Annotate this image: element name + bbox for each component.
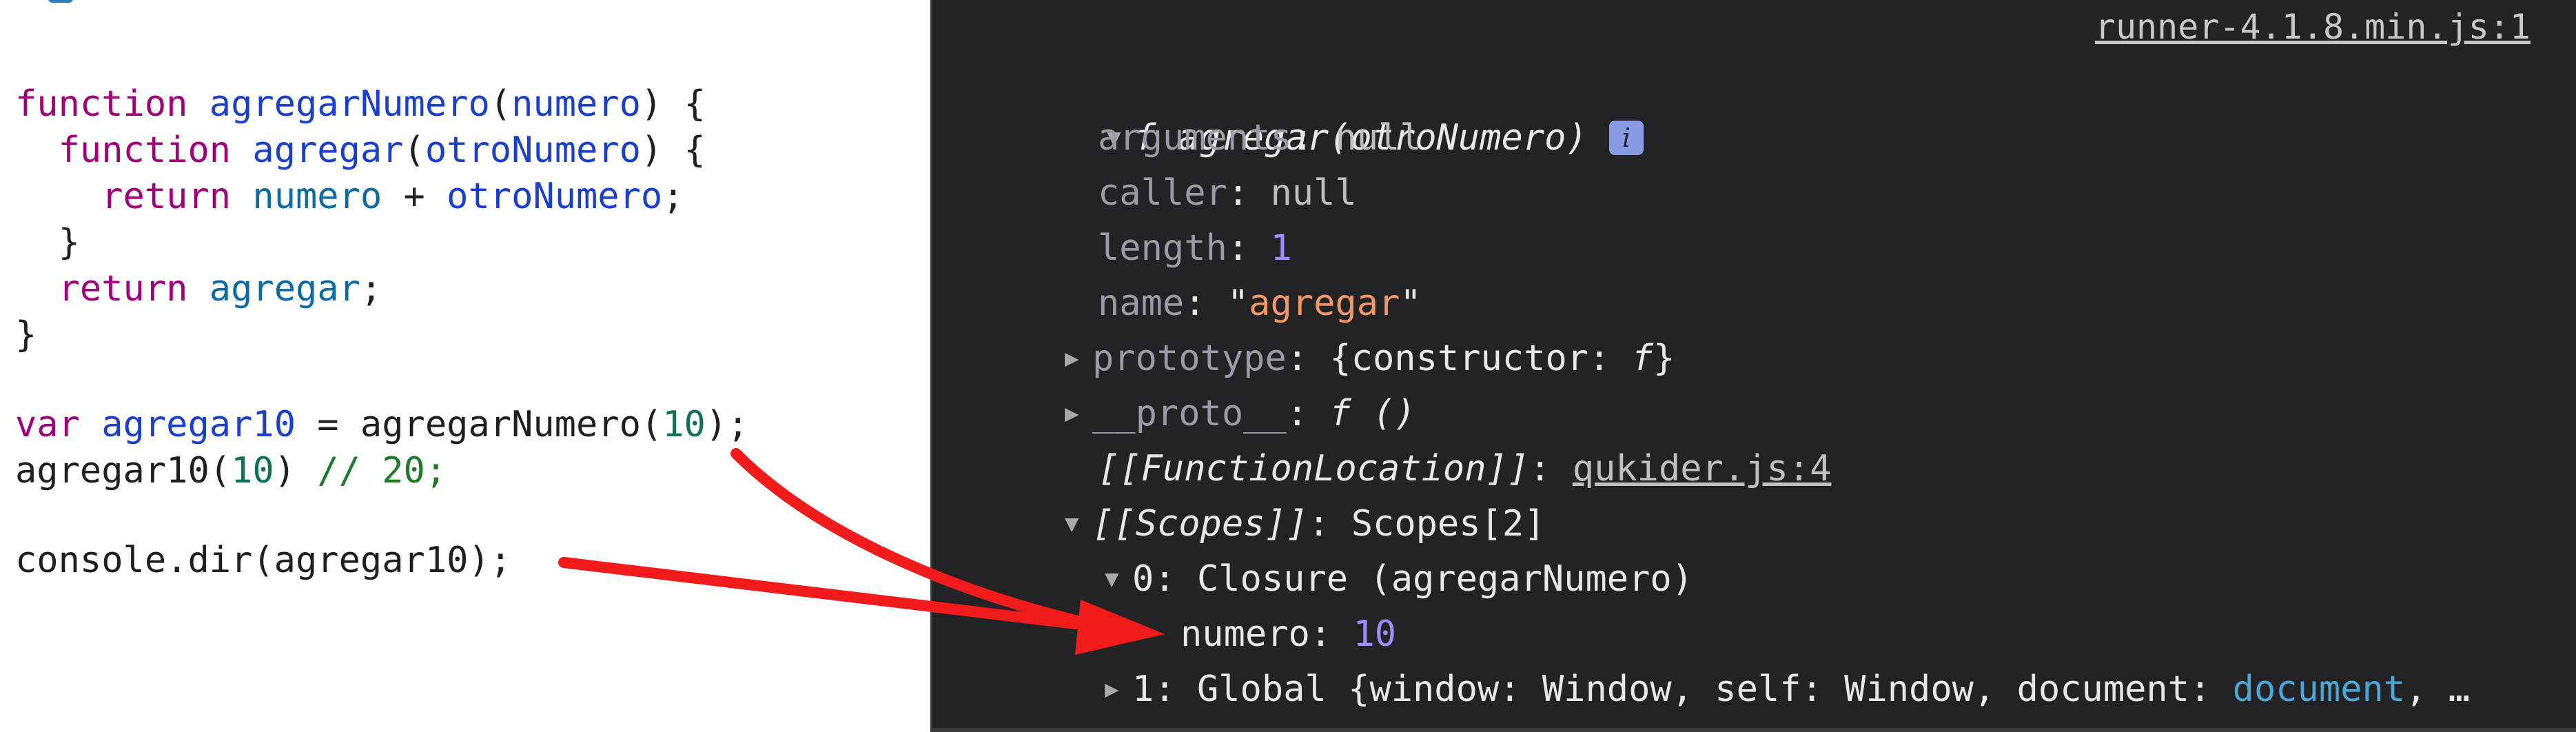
- prop-sep: :: [1227, 227, 1271, 269]
- prop-value: agregar: [1249, 283, 1400, 324]
- prop-key: prototype: [1092, 338, 1287, 379]
- prop-row-arguments: arguments: null: [1098, 110, 1422, 165]
- devtools-console[interactable]: runner-4.1.8.min.js:1 ▼ f agregar(otroNum…: [930, 0, 2576, 732]
- semicolon: ;: [662, 176, 684, 217]
- identifier: numero: [252, 176, 382, 217]
- keyword-return: return: [101, 176, 232, 217]
- console-dir-call: console.dir(agregar10);: [15, 540, 512, 581]
- number-literal: 10: [231, 450, 274, 491]
- collapsed-caret-icon[interactable]: ▶: [1065, 331, 1092, 386]
- code-line-console-dir: console.dir(agregar10);: [15, 533, 511, 588]
- brace: }: [58, 222, 80, 263]
- prop-value: {constructor:: [1329, 338, 1632, 379]
- keyword-function: function: [58, 130, 232, 171]
- number-literal: 10: [662, 404, 706, 445]
- param-name: numero: [511, 83, 641, 125]
- keyword-return: return: [58, 268, 188, 309]
- prop-sep: :: [1291, 117, 1336, 159]
- prop-sep: :: [1309, 613, 1353, 655]
- prop-sep: :: [1529, 448, 1573, 489]
- collapsed-caret-icon[interactable]: ▶: [1065, 386, 1092, 441]
- identifier: agregar: [209, 268, 360, 309]
- comment: // 20;: [296, 450, 447, 491]
- prop-row-scopes[interactable]: ▼ [[Scopes]]: Scopes[2]: [1065, 496, 1545, 551]
- prop-row-prototype[interactable]: ▶ prototype: {constructor: f}: [1065, 331, 1675, 386]
- code-line-return-agregar: return agregar;: [15, 261, 382, 316]
- prop-value: null: [1270, 172, 1357, 214]
- prop-key: name: [1098, 283, 1185, 324]
- code-line-call-agregar10: agregar10(10) // 20;: [15, 443, 447, 498]
- code-editor[interactable]: function agregarNumero(numero) { functio…: [0, 0, 930, 732]
- prop-value: }: [1653, 338, 1675, 379]
- quote: ": [1227, 283, 1249, 324]
- scope-index: 0: [1132, 558, 1154, 600]
- collapsed-caret-icon[interactable]: ▶: [1105, 662, 1132, 717]
- brace: }: [15, 314, 37, 356]
- prop-value: 1: [1270, 227, 1292, 269]
- prop-sep: :: [1154, 558, 1197, 600]
- identifier: agregar10: [101, 404, 296, 445]
- scope-row-closure[interactable]: ▼ 0: Closure (agregarNumero): [1105, 551, 1693, 607]
- paren-close: ) {: [640, 130, 706, 171]
- function-name: agregarNumero: [209, 83, 490, 125]
- prop-value: 10: [1353, 613, 1397, 655]
- prop-value: null: [1335, 117, 1422, 159]
- prop-key: arguments: [1098, 117, 1292, 159]
- prop-value: Scopes[2]: [1351, 503, 1546, 545]
- call-expression: = agregarNumero(: [296, 404, 663, 445]
- paren-close: );: [705, 404, 749, 445]
- param-name: otroNumero: [425, 130, 641, 171]
- quote: ": [1400, 283, 1422, 324]
- prop-value: f (): [1329, 393, 1416, 434]
- paren-open: (: [489, 83, 512, 125]
- semicolon: ;: [360, 268, 382, 309]
- prop-sep: :: [1308, 503, 1351, 545]
- scope-index: 1: [1132, 669, 1154, 710]
- prop-key: caller: [1098, 172, 1227, 214]
- prop-row-name: name: "agregar": [1098, 276, 1422, 331]
- keyword-function: function: [15, 83, 188, 125]
- expanded-caret-icon[interactable]: ▼: [1105, 551, 1132, 607]
- prop-key: [[Scopes]]: [1092, 503, 1309, 545]
- prop-key: numero: [1180, 613, 1310, 655]
- prop-sep: :: [1154, 669, 1197, 710]
- code-line-close-outer: }: [15, 307, 37, 363]
- partial-comment-fragment: [48, 0, 73, 3]
- prop-sep: :: [1286, 338, 1330, 379]
- object-header-row[interactable]: ▼ f agregar(otroNumero) i: [1021, 55, 1644, 159]
- code-line-return-sum: return numero + otroNumero;: [15, 169, 684, 224]
- paren-close: ): [274, 450, 296, 491]
- prop-row-caller: caller: null: [1098, 165, 1357, 221]
- scope-row-global[interactable]: ▶ 1: Global {window: Window, self: Window…: [1105, 662, 2470, 717]
- prop-sep: :: [1286, 393, 1330, 434]
- call-expression: agregar10(: [15, 450, 232, 491]
- scope-value: Closure (agregarNumero): [1196, 558, 1693, 600]
- console-bottom-divider: [932, 728, 2576, 732]
- function-f-label: f: [1631, 338, 1653, 379]
- prop-key: length: [1098, 227, 1227, 269]
- prop-key: [[FunctionLocation]]: [1098, 448, 1530, 489]
- identifier: otroNumero: [447, 176, 663, 217]
- prop-sep: :: [1184, 283, 1227, 324]
- expanded-caret-icon[interactable]: ▼: [1065, 496, 1092, 551]
- prop-row-proto[interactable]: ▶ __proto__: f (): [1065, 386, 1416, 441]
- prop-row-function-location: [[FunctionLocation]]: qukider.js:4: [1098, 441, 1831, 496]
- keyword-var: var: [15, 404, 80, 445]
- scope-value: , …: [2405, 669, 2471, 710]
- paren-open: (: [403, 130, 425, 171]
- prop-row-length: length: 1: [1098, 221, 1292, 276]
- info-icon[interactable]: i: [1609, 121, 1644, 155]
- scope-value: Global {window: Window, self: Window, do…: [1196, 669, 2233, 710]
- prop-key: __proto__: [1092, 393, 1287, 434]
- prop-sep: :: [1227, 172, 1271, 214]
- source-location-link[interactable]: qukider.js:4: [1573, 448, 1832, 489]
- document-ref: document: [2232, 669, 2406, 710]
- function-name: agregar: [252, 130, 404, 171]
- operator: +: [382, 176, 447, 217]
- paren-close: ) {: [640, 83, 706, 125]
- closure-var-numero: numero: 10: [1180, 607, 1396, 662]
- source-link[interactable]: runner-4.1.8.min.js:1: [2095, 7, 2531, 47]
